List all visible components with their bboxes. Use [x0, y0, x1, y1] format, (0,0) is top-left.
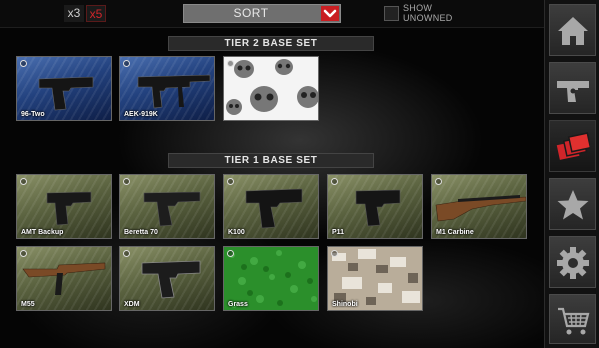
owned-indicator	[20, 60, 27, 67]
camo-card-beretta-70[interactable]: Beretta 70	[119, 174, 215, 239]
show-unowned-label-line2: UNOWNED	[403, 13, 453, 23]
owned-indicator	[227, 178, 234, 185]
camo-card-k100[interactable]: K100	[223, 174, 319, 239]
chevron-down-icon[interactable]	[321, 6, 339, 21]
camo-card-shinobi[interactable]: Shinobi	[327, 246, 423, 311]
star-icon	[557, 190, 589, 220]
owned-indicator	[227, 250, 234, 257]
top-bar: x3 x5 SORT SHOW UNOWNED	[0, 0, 544, 28]
nav-store-button[interactable]	[549, 294, 596, 344]
nav-weapons-button[interactable]	[549, 62, 596, 114]
gear-icon	[557, 247, 589, 279]
card-title: Shinobi	[332, 301, 358, 308]
pistol-icon	[557, 81, 589, 102]
owned-indicator	[123, 60, 130, 67]
shopping-cart-icon	[558, 307, 590, 335]
camo-card-skull[interactable]	[223, 56, 319, 121]
card-title: 96-Two	[21, 111, 45, 118]
card-title: AMT Backup	[21, 229, 64, 236]
owned-indicator	[20, 178, 27, 185]
camo-card-96-two[interactable]: 96-Two	[16, 56, 112, 121]
card-title: K100	[228, 229, 245, 236]
owned-indicator	[227, 60, 234, 67]
camo-card-xdm[interactable]: XDM	[119, 246, 215, 311]
skull-pattern	[226, 59, 318, 115]
nav-favorites-button[interactable]	[549, 178, 596, 230]
owned-indicator	[20, 250, 27, 257]
camo-card-amt-backup[interactable]: AMT Backup	[16, 174, 112, 239]
card-title: AEK-919K	[124, 111, 158, 118]
owned-indicator	[123, 178, 130, 185]
camo-card-p11[interactable]: P11	[327, 174, 423, 239]
camo-card-grass[interactable]: Grass	[223, 246, 319, 311]
card-title: M1 Carbine	[436, 229, 474, 236]
card-title: M55	[21, 301, 35, 308]
card-title: XDM	[124, 301, 140, 308]
show-unowned-label: SHOW UNOWNED	[403, 3, 473, 23]
nav-home-button[interactable]	[549, 4, 596, 56]
multiplier-x5-button[interactable]: x5	[86, 5, 106, 22]
camo-cards-icon	[556, 132, 590, 160]
card-title: Grass	[228, 301, 248, 308]
card-title: Beretta 70	[124, 229, 158, 236]
show-unowned-checkbox[interactable]	[384, 6, 399, 21]
sort-label: SORT	[233, 6, 269, 20]
tier-1-section-header: TIER 1 BASE SET	[168, 153, 374, 168]
nav-settings-button[interactable]	[549, 236, 596, 288]
nav-camos-button[interactable]	[549, 120, 596, 172]
multiplier-x3-button[interactable]: x3	[64, 5, 84, 22]
camo-card-m1-carbine[interactable]: M1 Carbine	[431, 174, 527, 239]
owned-indicator	[435, 178, 442, 185]
show-unowned-label-line1: SHOW	[403, 3, 433, 13]
camo-card-aek-919k[interactable]: AEK-919K	[119, 56, 215, 121]
gunsmith-screen: x3 x5 SORT SHOW UNOWNED TIER 2 BASE SET …	[0, 0, 599, 348]
owned-indicator	[331, 250, 338, 257]
side-navigation	[544, 0, 599, 348]
owned-indicator	[123, 250, 130, 257]
sort-dropdown[interactable]: SORT	[183, 4, 341, 23]
card-title: P11	[332, 229, 345, 236]
home-icon	[558, 17, 588, 45]
tier-2-section-header: TIER 2 BASE SET	[168, 36, 374, 51]
owned-indicator	[331, 178, 338, 185]
camo-card-m55[interactable]: M55	[16, 246, 112, 311]
